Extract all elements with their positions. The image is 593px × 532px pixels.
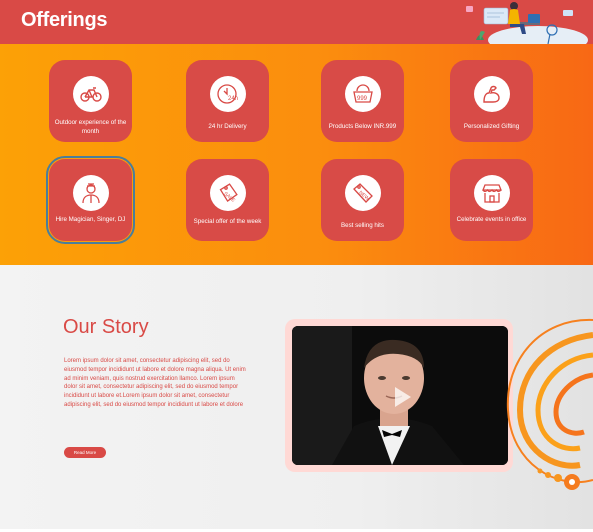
play-icon[interactable] xyxy=(386,382,416,412)
icon-circle: 999 xyxy=(345,76,381,112)
offering-label: Outdoor experience of the month xyxy=(54,119,127,135)
new-tag-icon: NEW xyxy=(353,183,373,203)
icon-circle: SALE xyxy=(210,175,246,211)
offering-label: Special offer of the week xyxy=(193,218,262,225)
story-title: Our Story xyxy=(63,316,149,338)
offering-label: Hire Magician, Singer, DJ xyxy=(55,216,126,223)
offering-card-hire-performer[interactable]: Hire Magician, Singer, DJ xyxy=(46,156,135,244)
icon-circle xyxy=(474,175,510,211)
icon-circle xyxy=(73,175,109,211)
story-photo[interactable] xyxy=(292,326,508,465)
icon-circle xyxy=(73,76,109,112)
offering-label: 24 hr Delivery xyxy=(208,123,247,130)
bicycle-icon xyxy=(80,87,102,102)
performer-icon xyxy=(82,183,100,204)
offering-label: Celebrate events in office xyxy=(456,216,527,223)
office-worker-illustration xyxy=(466,2,588,44)
offering-card-outdoor[interactable]: Outdoor experience of the month xyxy=(49,60,132,142)
flexed-arm-icon xyxy=(483,85,500,103)
offering-card-personalized-gifting[interactable]: Personalized Gifting xyxy=(450,60,533,142)
icon-circle: NEW xyxy=(345,175,381,211)
clock-24h-icon: 24h xyxy=(217,84,238,104)
icon-circle xyxy=(474,76,510,112)
icon-circle: 24h xyxy=(210,76,246,112)
offering-card-celebrate-events[interactable]: Celebrate events in office xyxy=(450,159,533,241)
offering-card-products-below-999[interactable]: 999 Products Below INR.999 xyxy=(321,60,404,142)
shop-icon xyxy=(482,184,502,203)
svg-text:24h: 24h xyxy=(228,96,238,102)
decorative-swirl xyxy=(506,318,593,490)
offering-card-24hr-delivery[interactable]: 24h 24 hr Delivery xyxy=(186,60,269,142)
offering-label: Personalized Gifting xyxy=(463,123,520,130)
read-more-button[interactable]: Read More xyxy=(64,447,106,458)
offering-label: Best selling hits xyxy=(341,222,384,229)
svg-text:SALE: SALE xyxy=(222,191,236,204)
offering-label: Products Below INR.999 xyxy=(328,123,397,130)
story-body: Lorem ipsum dolor sit amet, consectetur … xyxy=(64,358,246,408)
page-title: Offerings xyxy=(21,9,108,31)
svg-text:999: 999 xyxy=(357,96,368,102)
header-bar: Offerings xyxy=(0,0,593,44)
offering-card-best-selling[interactable]: NEW Best selling hits xyxy=(321,159,404,241)
sale-tag-icon: SALE xyxy=(219,183,238,204)
offering-card-special-offer[interactable]: SALE Special offer of the week xyxy=(186,159,269,241)
basket-999-icon: 999 xyxy=(353,84,373,103)
